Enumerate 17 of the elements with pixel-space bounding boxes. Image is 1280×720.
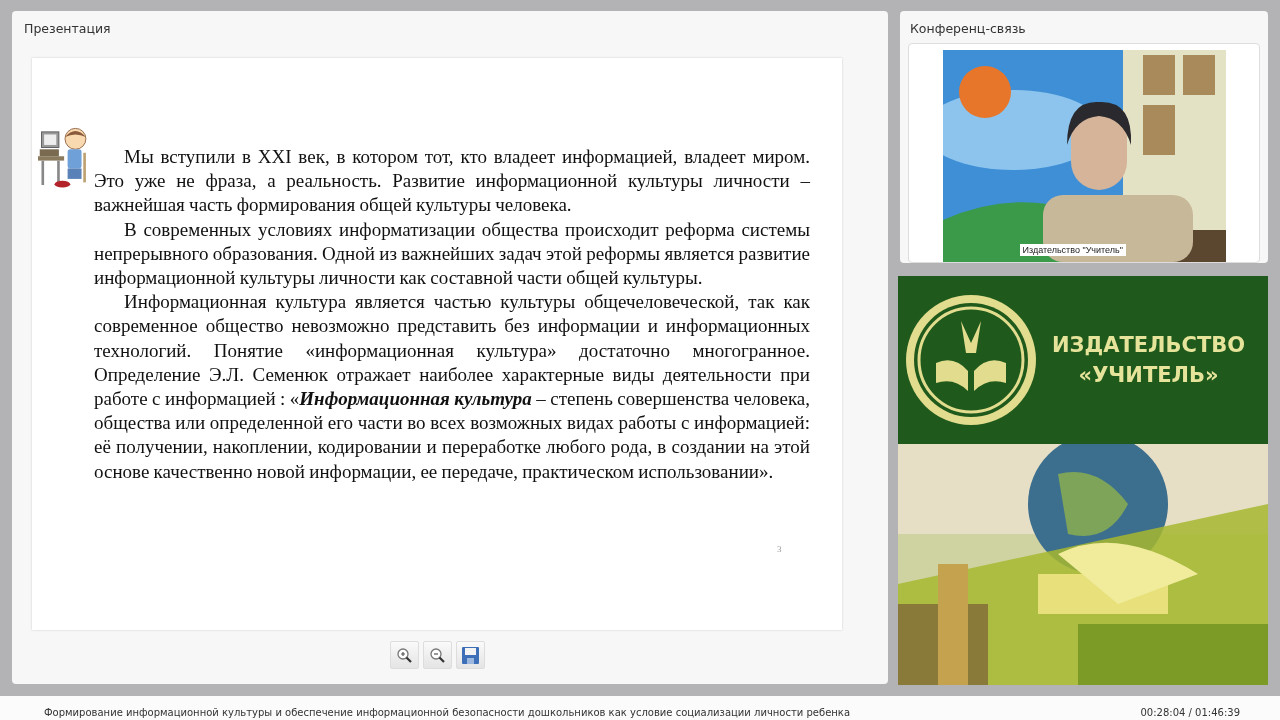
- publisher-logo-icon: [904, 293, 1038, 427]
- zoom-out-button[interactable]: [422, 641, 452, 669]
- lecture-title: Формирование информационной культуры и обеспечение информационной безопасности дошкольников как условие социализации личности ребенка: [44, 706, 850, 720]
- playback-time: 00:28:04 / 01:46:39: [1140, 706, 1240, 720]
- video-caption: Издательство "Учитель": [1019, 244, 1126, 256]
- zoom-out-icon: [428, 646, 446, 664]
- panel-title: Презентация: [24, 20, 112, 37]
- page-number: 3: [777, 544, 782, 554]
- slide-paragraph: Информационная культура является частью культуры общечеловеческой, так как современное общество невозможно представить без информации и информационных технологий. Понятие «информационная культура» достаточно многогранное. Определение Э.Л. Семенюк отражает наиболее характерные виды деятельности при работе с информацией : «Информационная культура – степень совершенства человека, общества или определенной его части во всех возможных видах работы с информацией: её получении, накоплении, кодировании и переработке любого рода, в создании на этой основе качественно новой информации, ее передаче, практическом использовании».: [94, 290, 810, 484]
- slide-paragraph: В современных условиях информатизации общества происходит реформа системы непрерывного образования. Одной из важнейших задач этой реформы является развитие информационной культуры личности как составной части общей культуры.: [94, 217, 810, 290]
- publisher-name: ИЗДАТЕЛЬСТВО: [1052, 332, 1246, 359]
- slide-paragraph: Мы вступили в XXI век, в котором тот, кто владеет информацией, владеет миром. Это уже не фраза, а реальность. Развитие информационной культуры личности – важнейшая часть формирования общей культуры человека.: [94, 145, 810, 218]
- publisher-name: «УЧИТЕЛЬ»: [1078, 362, 1219, 389]
- zoom-in-icon: [395, 646, 413, 664]
- panel-title: Конференц-связь: [909, 20, 1027, 37]
- zoom-in-button[interactable]: [389, 641, 419, 669]
- save-button[interactable]: [455, 641, 485, 669]
